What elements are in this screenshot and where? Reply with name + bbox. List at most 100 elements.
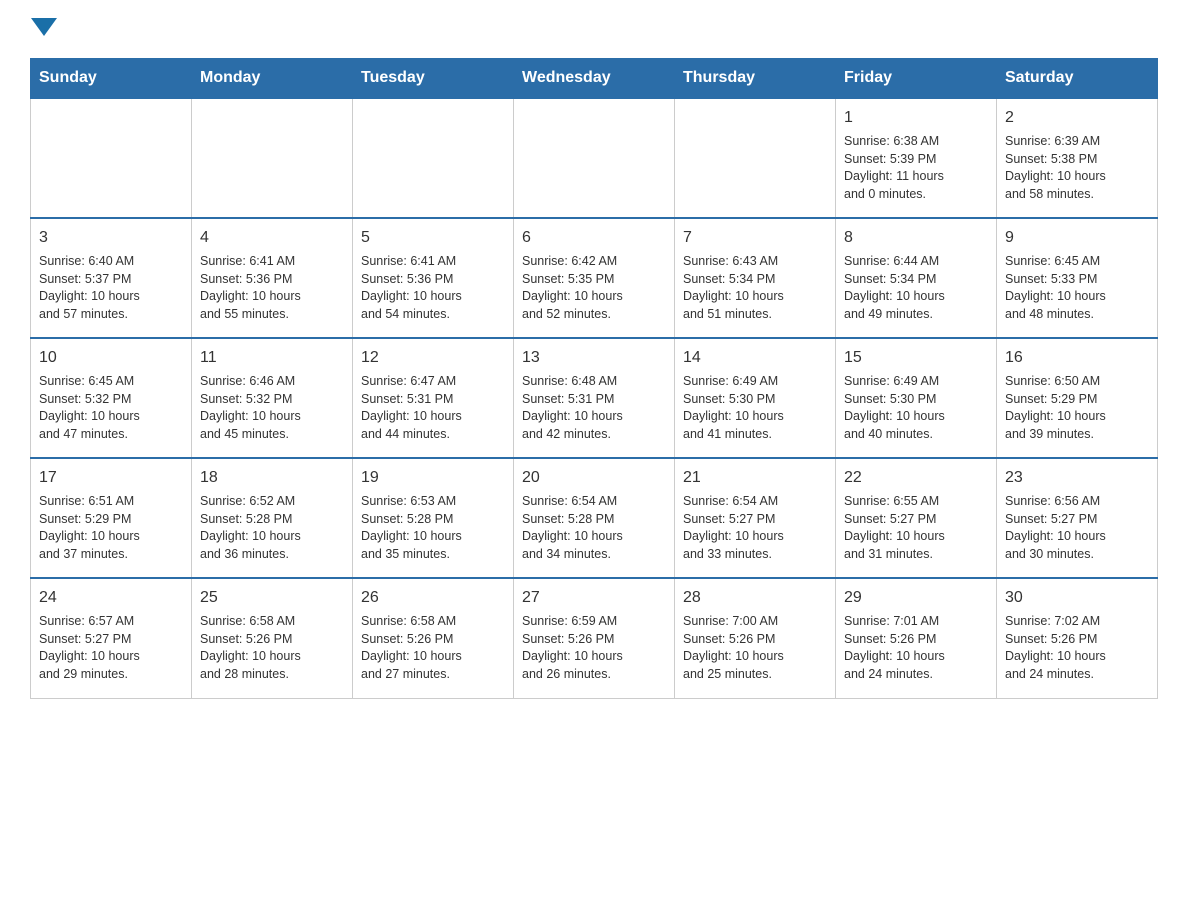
day-info: Sunrise: 6:41 AM Sunset: 5:36 PM Dayligh… — [200, 253, 344, 323]
calendar-cell: 4 Sunrise: 6:41 AM Sunset: 5:36 PM Daylig… — [192, 218, 353, 338]
page-header — [30, 20, 1158, 38]
day-info: Sunrise: 6:45 AM Sunset: 5:32 PM Dayligh… — [39, 373, 183, 443]
day-info: Sunrise: 6:39 AM Sunset: 5:38 PM Dayligh… — [1005, 133, 1149, 203]
day-number: 12 — [361, 347, 505, 369]
day-number: 13 — [522, 347, 666, 369]
day-number: 11 — [200, 347, 344, 369]
day-info: Sunrise: 6:47 AM Sunset: 5:31 PM Dayligh… — [361, 373, 505, 443]
day-number: 23 — [1005, 467, 1149, 489]
calendar-cell: 16 Sunrise: 6:50 AM Sunset: 5:29 PM Dayli… — [997, 338, 1158, 458]
day-info: Sunrise: 6:58 AM Sunset: 5:26 PM Dayligh… — [200, 613, 344, 683]
day-number: 5 — [361, 227, 505, 249]
day-info: Sunrise: 6:45 AM Sunset: 5:33 PM Dayligh… — [1005, 253, 1149, 323]
calendar-cell: 10 Sunrise: 6:45 AM Sunset: 5:32 PM Dayli… — [31, 338, 192, 458]
day-number: 24 — [39, 587, 183, 609]
calendar-cell: 29 Sunrise: 7:01 AM Sunset: 5:26 PM Dayli… — [836, 578, 997, 698]
calendar-cell: 21 Sunrise: 6:54 AM Sunset: 5:27 PM Dayli… — [675, 458, 836, 578]
weekday-header-monday: Monday — [192, 59, 353, 99]
logo-wordmark — [30, 20, 58, 38]
day-info: Sunrise: 7:01 AM Sunset: 5:26 PM Dayligh… — [844, 613, 988, 683]
weekday-header-row: SundayMondayTuesdayWednesdayThursdayFrid… — [31, 59, 1158, 99]
calendar-cell: 25 Sunrise: 6:58 AM Sunset: 5:26 PM Dayli… — [192, 578, 353, 698]
day-info: Sunrise: 6:54 AM Sunset: 5:27 PM Dayligh… — [683, 493, 827, 563]
day-info: Sunrise: 6:46 AM Sunset: 5:32 PM Dayligh… — [200, 373, 344, 443]
day-number: 19 — [361, 467, 505, 489]
day-info: Sunrise: 6:48 AM Sunset: 5:31 PM Dayligh… — [522, 373, 666, 443]
calendar-cell: 30 Sunrise: 7:02 AM Sunset: 5:26 PM Dayli… — [997, 578, 1158, 698]
day-info: Sunrise: 6:40 AM Sunset: 5:37 PM Dayligh… — [39, 253, 183, 323]
calendar-week-4: 17Sunrise: 6:51 AM Sunset: 5:29 PM Dayli… — [31, 458, 1158, 578]
day-number: 14 — [683, 347, 827, 369]
day-number: 8 — [844, 227, 988, 249]
calendar-week-1: 1Sunrise: 6:38 AM Sunset: 5:39 PM Daylig… — [31, 98, 1158, 218]
calendar-week-3: 10 Sunrise: 6:45 AM Sunset: 5:32 PM Dayli… — [31, 338, 1158, 458]
weekday-header-friday: Friday — [836, 59, 997, 99]
day-number: 9 — [1005, 227, 1149, 249]
day-number: 18 — [200, 467, 344, 489]
calendar-cell: 20 Sunrise: 6:54 AM Sunset: 5:28 PM Dayli… — [514, 458, 675, 578]
day-number: 20 — [522, 467, 666, 489]
day-number: 6 — [522, 227, 666, 249]
day-number: 29 — [844, 587, 988, 609]
day-info: Sunrise: 6:44 AM Sunset: 5:34 PM Dayligh… — [844, 253, 988, 323]
day-number: 16 — [1005, 347, 1149, 369]
day-info: Sunrise: 6:50 AM Sunset: 5:29 PM Dayligh… — [1005, 373, 1149, 443]
day-info: Sunrise: 6:53 AM Sunset: 5:28 PM Dayligh… — [361, 493, 505, 563]
day-info: Sunrise: 6:55 AM Sunset: 5:27 PM Dayligh… — [844, 493, 988, 563]
day-number: 15 — [844, 347, 988, 369]
calendar-cell: 13 Sunrise: 6:48 AM Sunset: 5:31 PM Dayli… — [514, 338, 675, 458]
calendar-cell — [514, 98, 675, 218]
calendar-cell: 19 Sunrise: 6:53 AM Sunset: 5:28 PM Dayli… — [353, 458, 514, 578]
calendar-cell: 11 Sunrise: 6:46 AM Sunset: 5:32 PM Dayli… — [192, 338, 353, 458]
weekday-header-tuesday: Tuesday — [353, 59, 514, 99]
day-number: 30 — [1005, 587, 1149, 609]
day-info: Sunrise: 6:51 AM Sunset: 5:29 PM Dayligh… — [39, 493, 183, 563]
weekday-header-saturday: Saturday — [997, 59, 1158, 99]
calendar-cell — [353, 98, 514, 218]
calendar-week-5: 24 Sunrise: 6:57 AM Sunset: 5:27 PM Dayli… — [31, 578, 1158, 698]
calendar-cell: 12 Sunrise: 6:47 AM Sunset: 5:31 PM Dayli… — [353, 338, 514, 458]
day-number: 3 — [39, 227, 183, 249]
day-number: 26 — [361, 587, 505, 609]
day-number: 4 — [200, 227, 344, 249]
calendar-cell: 6 Sunrise: 6:42 AM Sunset: 5:35 PM Daylig… — [514, 218, 675, 338]
calendar-cell: 24 Sunrise: 6:57 AM Sunset: 5:27 PM Dayli… — [31, 578, 192, 698]
calendar-cell: 7Sunrise: 6:43 AM Sunset: 5:34 PM Daylig… — [675, 218, 836, 338]
logo — [30, 20, 58, 38]
day-number: 2 — [1005, 107, 1149, 129]
calendar-cell: 15 Sunrise: 6:49 AM Sunset: 5:30 PM Dayli… — [836, 338, 997, 458]
calendar-cell: 5 Sunrise: 6:41 AM Sunset: 5:36 PM Daylig… — [353, 218, 514, 338]
day-number: 1 — [844, 107, 988, 129]
day-number: 10 — [39, 347, 183, 369]
day-info: Sunrise: 6:52 AM Sunset: 5:28 PM Dayligh… — [200, 493, 344, 563]
day-info: Sunrise: 6:42 AM Sunset: 5:35 PM Dayligh… — [522, 253, 666, 323]
day-number: 7 — [683, 227, 827, 249]
calendar-cell — [192, 98, 353, 218]
day-number: 27 — [522, 587, 666, 609]
calendar-cell: 9 Sunrise: 6:45 AM Sunset: 5:33 PM Daylig… — [997, 218, 1158, 338]
weekday-header-thursday: Thursday — [675, 59, 836, 99]
day-info: Sunrise: 7:02 AM Sunset: 5:26 PM Dayligh… — [1005, 613, 1149, 683]
calendar-cell: 17Sunrise: 6:51 AM Sunset: 5:29 PM Dayli… — [31, 458, 192, 578]
calendar-cell: 8 Sunrise: 6:44 AM Sunset: 5:34 PM Daylig… — [836, 218, 997, 338]
day-number: 22 — [844, 467, 988, 489]
calendar-cell: 28Sunrise: 7:00 AM Sunset: 5:26 PM Dayli… — [675, 578, 836, 698]
weekday-header-wednesday: Wednesday — [514, 59, 675, 99]
calendar-cell: 22 Sunrise: 6:55 AM Sunset: 5:27 PM Dayli… — [836, 458, 997, 578]
day-number: 21 — [683, 467, 827, 489]
calendar-cell: 14Sunrise: 6:49 AM Sunset: 5:30 PM Dayli… — [675, 338, 836, 458]
calendar-cell: 26Sunrise: 6:58 AM Sunset: 5:26 PM Dayli… — [353, 578, 514, 698]
day-info: Sunrise: 6:59 AM Sunset: 5:26 PM Dayligh… — [522, 613, 666, 683]
calendar-table: SundayMondayTuesdayWednesdayThursdayFrid… — [30, 58, 1158, 699]
weekday-header-sunday: Sunday — [31, 59, 192, 99]
calendar-cell: 18 Sunrise: 6:52 AM Sunset: 5:28 PM Dayli… — [192, 458, 353, 578]
day-number: 25 — [200, 587, 344, 609]
calendar-cell: 3 Sunrise: 6:40 AM Sunset: 5:37 PM Daylig… — [31, 218, 192, 338]
day-info: Sunrise: 6:41 AM Sunset: 5:36 PM Dayligh… — [361, 253, 505, 323]
day-info: Sunrise: 6:57 AM Sunset: 5:27 PM Dayligh… — [39, 613, 183, 683]
calendar-cell: 2 Sunrise: 6:39 AM Sunset: 5:38 PM Daylig… — [997, 98, 1158, 218]
logo-arrow-icon — [31, 18, 57, 36]
day-info: Sunrise: 6:49 AM Sunset: 5:30 PM Dayligh… — [844, 373, 988, 443]
day-info: Sunrise: 6:54 AM Sunset: 5:28 PM Dayligh… — [522, 493, 666, 563]
day-number: 28 — [683, 587, 827, 609]
